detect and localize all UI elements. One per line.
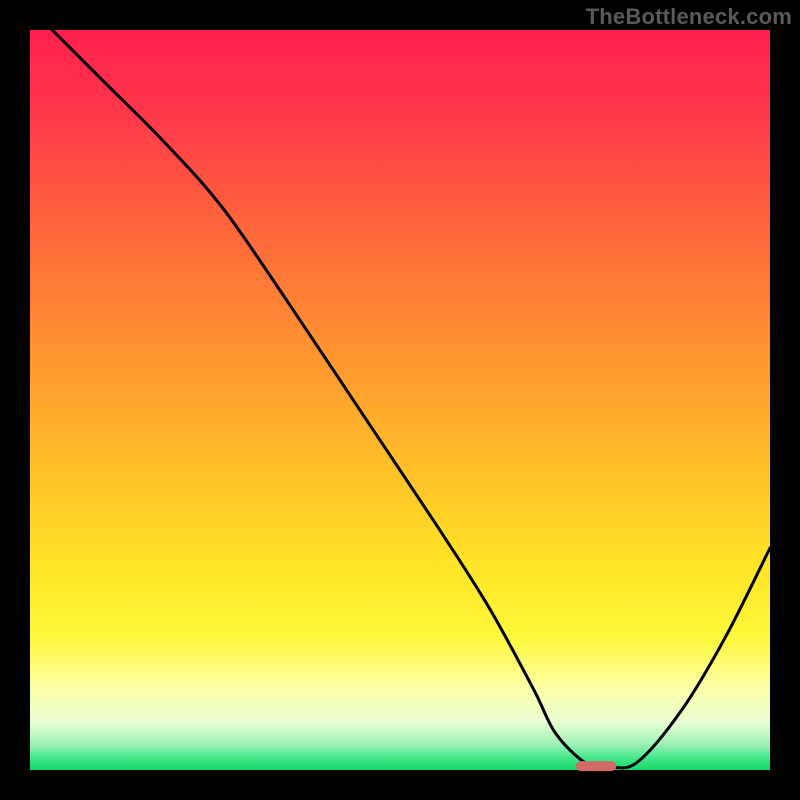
bottleneck-chart <box>0 0 800 800</box>
watermark-label: TheBottleneck.com <box>586 4 792 30</box>
chart-background-gradient <box>30 30 770 770</box>
chart-stage: TheBottleneck.com <box>0 0 800 800</box>
optimum-marker <box>576 761 617 771</box>
